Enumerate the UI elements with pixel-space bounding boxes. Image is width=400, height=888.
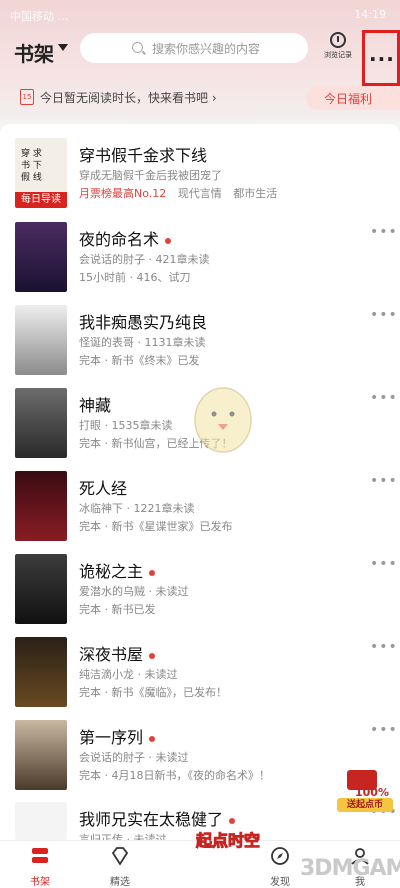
book-cover[interactable] xyxy=(15,471,67,541)
item-more-icon[interactable]: ••• xyxy=(370,224,398,240)
book-title: 神藏 xyxy=(79,396,112,415)
book-tags: 月票榜最高No.12 现代言情 都市生活 xyxy=(79,185,277,201)
clock-text: 14:19 xyxy=(354,8,386,21)
promo-text: 送起点币 xyxy=(337,798,393,812)
item-more-icon[interactable]: ••• xyxy=(370,722,398,738)
svg-text:穿 求: 穿 求 xyxy=(21,147,42,159)
watermark: 3DMGAME xyxy=(262,850,400,886)
book-title: 我师兄实在太稳健了 xyxy=(79,806,236,830)
item-more-icon[interactable]: ••• xyxy=(370,473,398,489)
history-button[interactable]: 浏览记录 xyxy=(318,30,358,66)
book-title: 死人经 xyxy=(79,479,128,498)
book-latest-chapter: 完本 · 4月18日新书，《夜的命名术》！ xyxy=(79,769,270,782)
item-more-icon[interactable]: ••• xyxy=(370,390,398,406)
book-cover[interactable] xyxy=(15,388,67,458)
chevron-down-icon[interactable] xyxy=(58,44,68,51)
bookshelf-icon xyxy=(32,848,48,863)
item-more-icon[interactable]: ••• xyxy=(370,639,398,655)
book-latest-chapter: 完本 · 新书《魔临》，已发布！ xyxy=(79,686,227,699)
update-dot xyxy=(149,569,156,576)
top-header: 书架 搜索你感兴趣的内容 浏览记录 ··· xyxy=(0,30,400,86)
book-author-progress: 爱潜水的乌贼 · 未读过 xyxy=(79,585,189,598)
rank-badge: 月票榜最高No.12 xyxy=(79,187,167,200)
daily-guide-tag: 每日导读 xyxy=(15,192,67,208)
watermark-text: 3DMGAME xyxy=(300,856,400,881)
mascot-illustration xyxy=(194,387,252,453)
banner-text: 起点时空 xyxy=(196,831,261,850)
book-title: 夜的命名术 xyxy=(79,226,172,250)
search-bar[interactable]: 搜索你感兴趣的内容 xyxy=(80,33,308,63)
diamond-icon xyxy=(111,847,129,866)
list-item[interactable]: 夜的命名术 会说话的肘子 · 421章未读 15小时前 · 416、试刀 ••• xyxy=(0,222,400,302)
carrier-text: 中国移动 … xyxy=(10,10,69,23)
item-more-icon[interactable]: ••• xyxy=(370,307,398,323)
svg-text:书 下: 书 下 xyxy=(21,160,42,171)
book-latest-chapter: 完本 · 新书《星谍世家》已发布 xyxy=(79,520,233,533)
book-author-progress: 会说话的肘子 · 421章未读 xyxy=(79,253,210,266)
book-cover[interactable] xyxy=(15,720,67,790)
status-bar: 中国移动 … 14:19 xyxy=(0,0,400,28)
more-dots-icon: ··· xyxy=(369,47,395,71)
list-item[interactable]: 穿 求 书 下 假 线 每日导读 穿书假千金求下线 穿成无脑假千金后我被团宠了 … xyxy=(0,138,400,218)
book-latest-chapter: 完本 · 新书《终末》已发 xyxy=(79,354,200,367)
book-cover[interactable] xyxy=(15,802,67,840)
search-icon xyxy=(132,42,143,53)
update-dot xyxy=(229,817,236,824)
tab-featured[interactable]: 精选 xyxy=(90,845,150,888)
book-title: 深夜书屋 xyxy=(79,641,156,665)
book-author-progress: 纯洁滴小龙 · 未读过 xyxy=(79,668,178,681)
genre-tag: 现代言情 xyxy=(177,187,222,200)
book-title: 我非痴愚实乃纯良 xyxy=(79,313,208,332)
history-label: 浏览记录 xyxy=(324,51,352,59)
book-author-progress: 打眼 · 1535章未读 xyxy=(79,419,173,432)
book-latest-chapter: 15小时前 · 416、试刀 xyxy=(79,271,191,284)
tab-label: 书架 xyxy=(30,877,50,888)
book-cover[interactable] xyxy=(15,554,67,624)
book-cover[interactable] xyxy=(15,637,67,707)
book-cover[interactable] xyxy=(15,305,67,375)
daily-welfare-button[interactable]: 今日福利 xyxy=(306,86,400,110)
book-subtitle: 穿成无脑假千金后我被团宠了 xyxy=(79,169,222,182)
book-author-progress: 冰临神下 · 1221章未读 xyxy=(79,502,195,515)
calendar-icon: 15 xyxy=(20,89,34,105)
search-placeholder: 搜索你感兴趣的内容 xyxy=(152,42,261,56)
update-dot xyxy=(149,735,156,742)
book-title: 穿书假千金求下线 xyxy=(79,146,208,165)
book-title: 诡秘之主 xyxy=(79,558,156,582)
floating-banner[interactable]: 起点时空 xyxy=(196,831,261,882)
book-cover[interactable] xyxy=(15,222,67,292)
reading-notice[interactable]: 15 今日暂无阅读时长，快来看书吧 › 今日福利 xyxy=(0,86,400,110)
svg-text:假 线: 假 线 xyxy=(21,171,42,183)
book-cover[interactable]: 穿 求 书 下 假 线 每日导读 xyxy=(15,138,67,208)
list-item[interactable]: 我非痴愚实乃纯良 怪诞的表哥 · 1131章未读 完本 · 新书《终末》已发 •… xyxy=(0,305,400,385)
tab-label: 精选 xyxy=(110,877,130,888)
list-item[interactable]: 诡秘之主 爱潜水的乌贼 · 未读过 完本 · 新书已发 ••• xyxy=(0,554,400,634)
shelf-title[interactable]: 书架 xyxy=(14,38,54,67)
update-dot xyxy=(165,237,172,244)
genre-tag: 都市生活 xyxy=(233,187,278,200)
list-item[interactable]: 死人经 冰临神下 · 1221章未读 完本 · 新书《星谍世家》已发布 ••• xyxy=(0,471,400,551)
bookshelf-list: 穿 求 书 下 假 线 每日导读 穿书假千金求下线 穿成无脑假千金后我被团宠了 … xyxy=(0,124,400,846)
item-more-icon[interactable]: ••• xyxy=(370,556,398,572)
notice-text[interactable]: 今日暂无阅读时长，快来看书吧 › xyxy=(40,89,217,106)
tab-bookshelf[interactable]: 书架 xyxy=(10,845,70,888)
book-author-progress: 怪诞的表哥 · 1131章未读 xyxy=(79,336,206,349)
list-item[interactable]: 深夜书屋 纯洁滴小龙 · 未读过 完本 · 新书《魔临》，已发布！ ••• xyxy=(0,637,400,717)
more-options-button[interactable]: ··· xyxy=(362,30,400,86)
book-author-progress: 会说话的肘子 · 未读过 xyxy=(79,751,189,764)
history-clock-icon xyxy=(330,32,346,48)
update-dot xyxy=(149,652,156,659)
book-latest-chapter: 完本 · 新书已发 xyxy=(79,603,156,616)
book-title: 第一序列 xyxy=(79,724,156,748)
promo-badge[interactable]: 100% 送起点币 xyxy=(333,770,393,812)
